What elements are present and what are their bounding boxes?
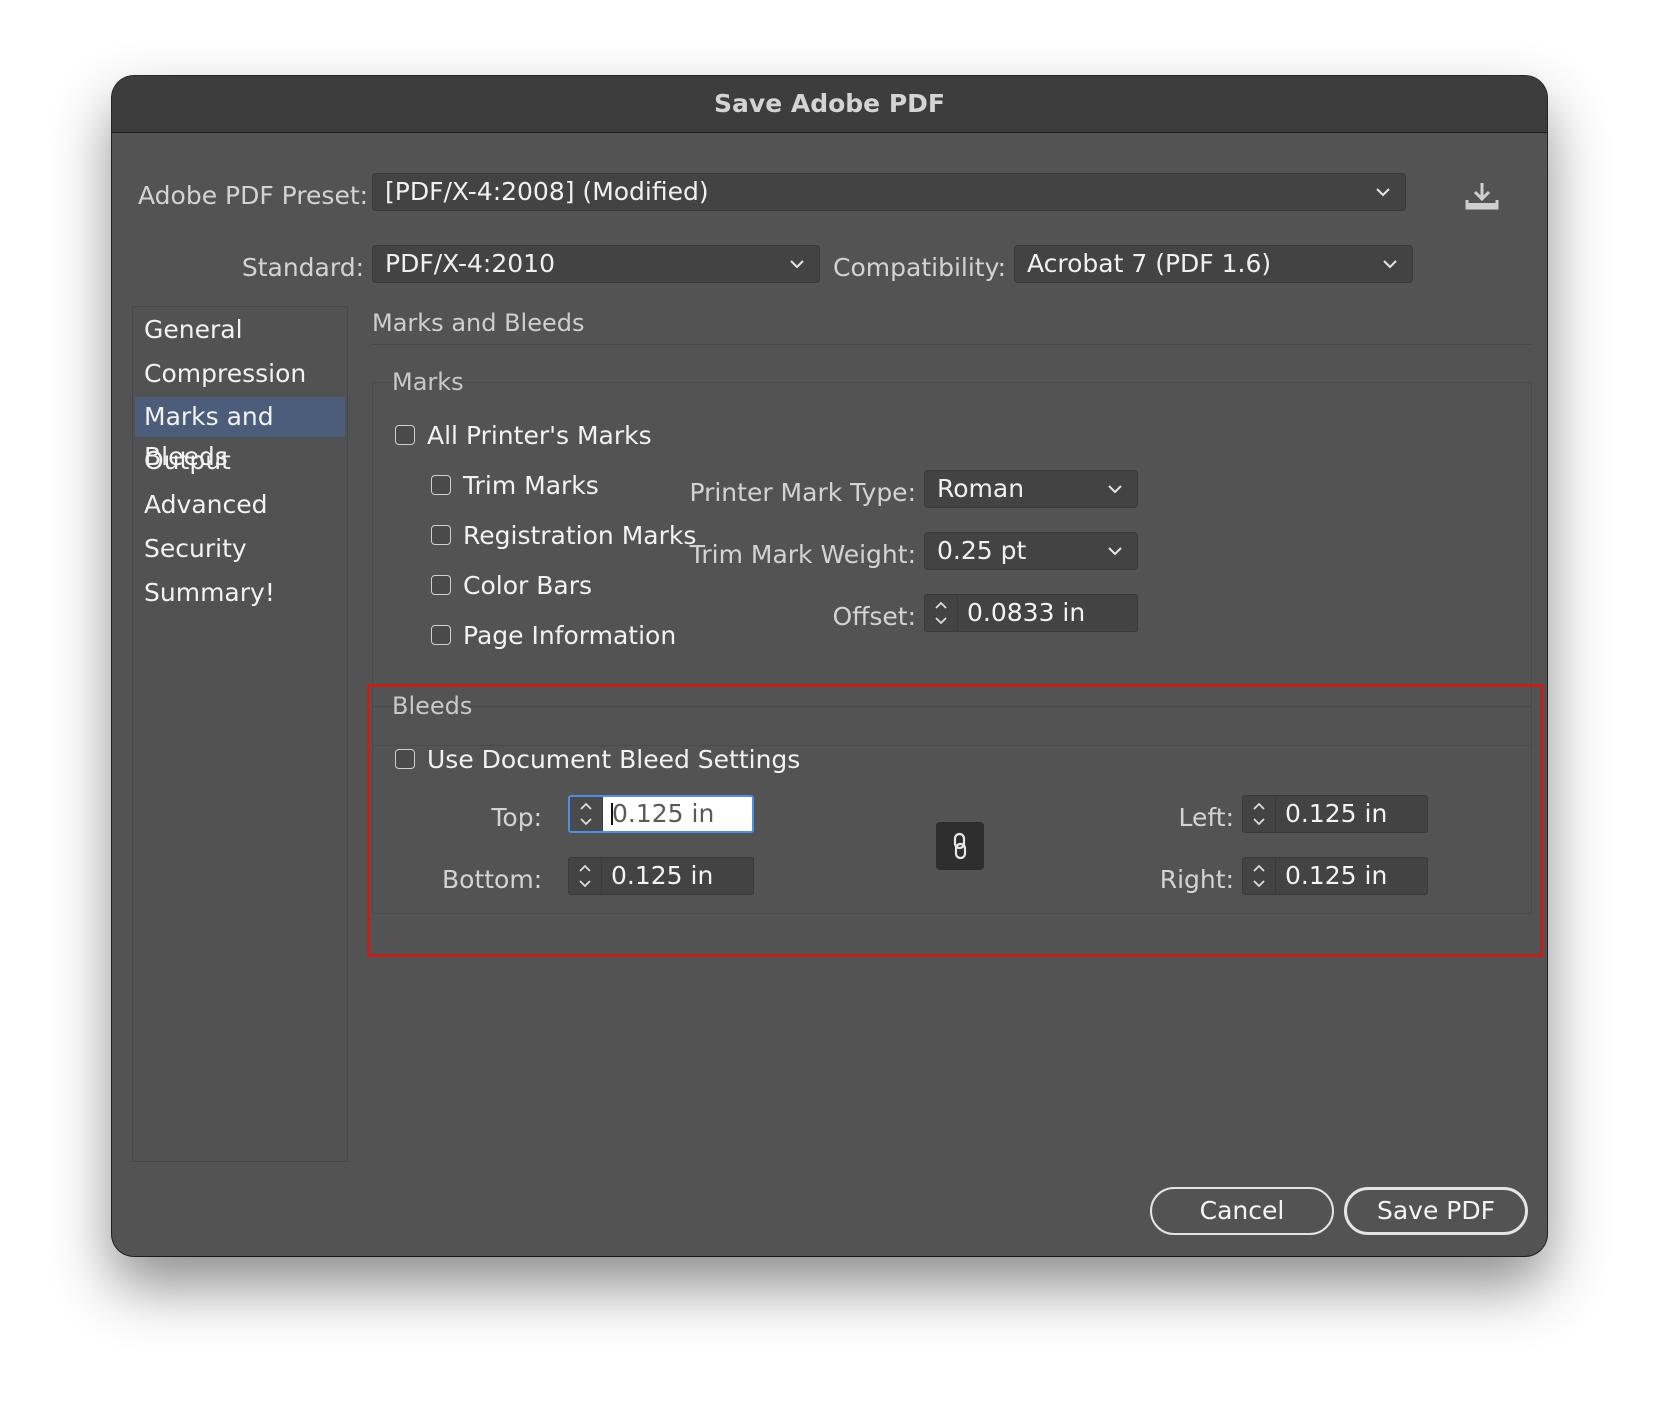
printer-mark-type-label: Printer Mark Type:	[689, 478, 916, 507]
registration-marks-label: Registration Marks	[463, 520, 697, 550]
marks-group-title: Marks	[392, 368, 464, 396]
trim-mark-weight-value: 0.25 pt	[937, 536, 1027, 565]
stepper-arrows-icon[interactable]	[925, 595, 958, 631]
trim-marks-label: Trim Marks	[463, 470, 599, 500]
window-title: Save Adobe PDF	[112, 76, 1547, 133]
checkbox-box[interactable]	[431, 575, 451, 595]
color-bars-checkbox[interactable]: Color Bars	[431, 570, 592, 600]
registration-marks-checkbox[interactable]: Registration Marks	[431, 520, 696, 550]
all-printers-marks-label: All Printer's Marks	[427, 420, 652, 450]
offset-value: 0.0833 in	[967, 598, 1086, 627]
preset-value: [PDF/X-4:2008] (Modified)	[385, 177, 709, 206]
trim-mark-weight-label: Trim Mark Weight:	[689, 540, 916, 569]
standard-label: Standard:	[241, 253, 364, 282]
chevron-down-icon	[789, 246, 805, 282]
printer-mark-type-value: Roman	[937, 474, 1025, 503]
color-bars-label: Color Bars	[463, 570, 592, 600]
save-preset-icon[interactable]	[1464, 180, 1500, 214]
bleeds-highlight-box	[367, 684, 1543, 957]
all-printers-marks-checkbox[interactable]: All Printer's Marks	[395, 420, 652, 450]
offset-label: Offset:	[832, 602, 916, 631]
panel-divider	[372, 344, 1532, 345]
compatibility-value: Acrobat 7 (PDF 1.6)	[1027, 249, 1272, 278]
save-pdf-dialog: Save Adobe PDF Adobe PDF Preset: [PDF/X-…	[112, 76, 1547, 1256]
sidebar-item-compression[interactable]: Compression	[135, 354, 345, 394]
chevron-down-icon	[1375, 174, 1391, 210]
preset-label: Adobe PDF Preset:	[138, 181, 369, 210]
standard-select[interactable]: PDF/X-4:2010	[372, 245, 820, 283]
sidebar-item-security[interactable]: Security	[135, 529, 345, 569]
compatibility-select[interactable]: Acrobat 7 (PDF 1.6)	[1014, 245, 1413, 283]
printer-mark-type-select[interactable]: Roman	[924, 470, 1138, 508]
checkbox-box[interactable]	[431, 475, 451, 495]
checkbox-box[interactable]	[395, 425, 415, 445]
compatibility-label: Compatibility:	[833, 253, 1006, 282]
checkbox-box[interactable]	[431, 625, 451, 645]
offset-spinner[interactable]: 0.0833 in	[924, 594, 1138, 632]
sidebar-item-summary[interactable]: Summary!	[135, 573, 345, 613]
cancel-button[interactable]: Cancel	[1150, 1187, 1334, 1235]
sidebar-item-output[interactable]: Output	[135, 441, 345, 481]
trim-mark-weight-select[interactable]: 0.25 pt	[924, 532, 1138, 570]
chevron-down-icon	[1107, 471, 1123, 507]
page-information-label: Page Information	[463, 620, 677, 650]
sidebar-item-general[interactable]: General	[135, 310, 345, 350]
save-pdf-button[interactable]: Save PDF	[1344, 1187, 1528, 1235]
sidebar-item-advanced[interactable]: Advanced	[135, 485, 345, 525]
panel-heading: Marks and Bleeds	[372, 309, 585, 337]
trim-marks-checkbox[interactable]: Trim Marks	[431, 470, 599, 500]
checkbox-box[interactable]	[431, 525, 451, 545]
standard-value: PDF/X-4:2010	[385, 249, 555, 278]
chevron-down-icon	[1107, 533, 1123, 569]
sidebar: General Compression Marks and Bleeds Out…	[132, 306, 348, 1162]
sidebar-item-marks-and-bleeds[interactable]: Marks and Bleeds	[135, 397, 345, 471]
page-information-checkbox[interactable]: Page Information	[431, 620, 676, 650]
preset-select[interactable]: [PDF/X-4:2008] (Modified)	[372, 173, 1406, 211]
chevron-down-icon	[1382, 246, 1398, 282]
